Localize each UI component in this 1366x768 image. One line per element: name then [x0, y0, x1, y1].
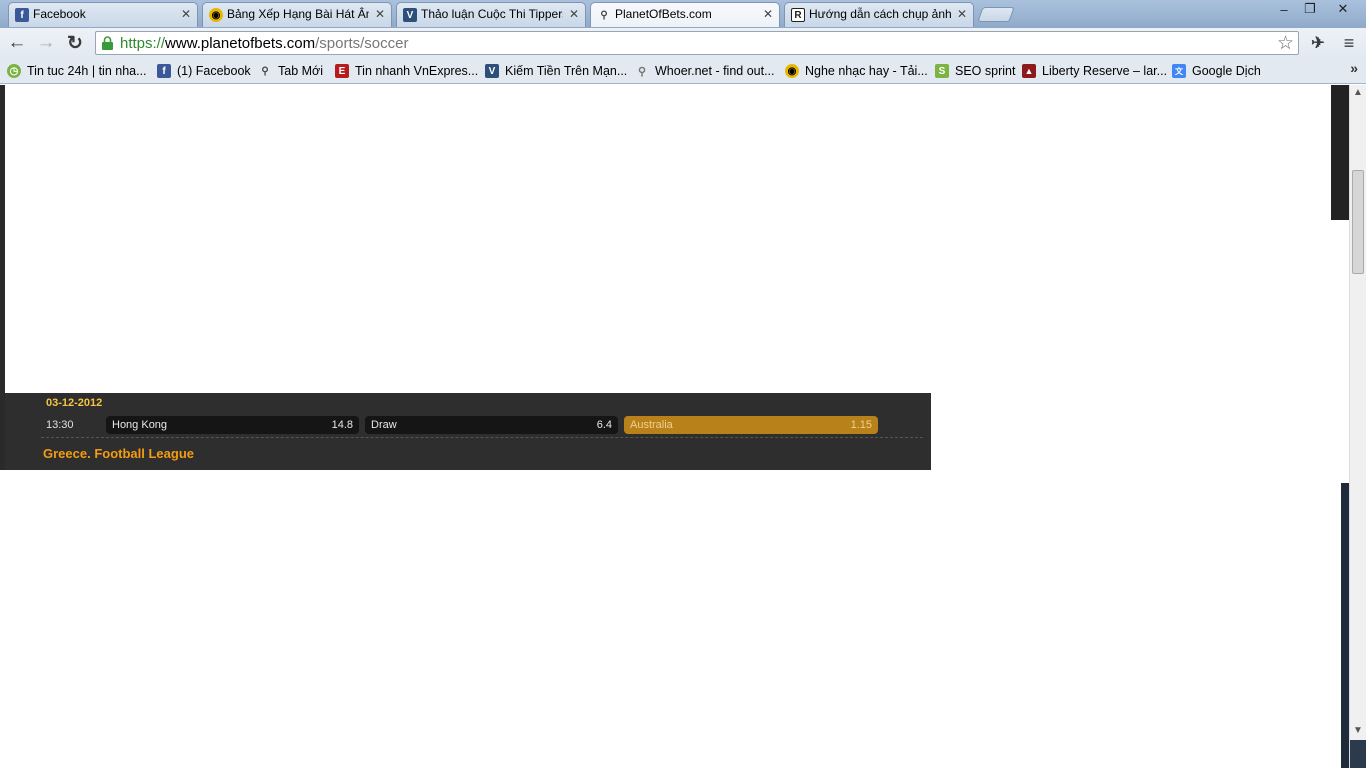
extension-icon: ✈ [1311, 35, 1325, 52]
vertical-scrollbar[interactable]: ▲ ▼ [1349, 85, 1366, 768]
music-disc-icon: ◉ [785, 64, 799, 78]
league-title[interactable]: Greece. Football League [43, 446, 194, 461]
bookmark-seo-sprint[interactable]: S SEO sprint [935, 62, 1015, 80]
tab-strip: f Facebook ✕ ◉ Bảng Xếp Hạng Bài Hát Âm … [0, 0, 1366, 28]
page-content: 03-12-2012 13:30 Hong Kong 14.8 Draw 6.4… [0, 85, 1366, 768]
vnexpress-icon: E [335, 64, 349, 78]
bookmark-label: Tin nhanh VnExpres... [355, 64, 479, 78]
menu-button[interactable]: ≡ [1337, 31, 1361, 55]
runner-icon: ⚲ [600, 9, 608, 21]
music-disc-icon: ◉ [209, 8, 223, 22]
facebook-icon: f [157, 64, 171, 78]
odds-home-button[interactable]: Hong Kong 14.8 [106, 416, 359, 434]
divider [41, 437, 923, 438]
tab-facebook[interactable]: f Facebook ✕ [8, 2, 198, 27]
bookmarks-overflow-button[interactable]: » [1350, 60, 1358, 76]
restore-button[interactable]: ❐ [1296, 0, 1324, 18]
magnifier-icon: ⚲ [637, 65, 647, 78]
scroll-up-icon[interactable]: ▲ [1353, 87, 1363, 98]
bookmark-whoer[interactable]: ⚲ Whoer.net - find out... [635, 62, 775, 80]
close-window-button[interactable]: ✕ [1326, 0, 1360, 18]
close-icon[interactable]: ✕ [181, 7, 191, 21]
bookmark-label: SEO sprint [955, 64, 1016, 78]
forum-icon: V [403, 8, 417, 22]
lock-icon [102, 36, 113, 50]
bookmark-tin-tuc-24h[interactable]: ◷ Tin tuc 24h | tin nha... [7, 62, 147, 80]
bookmarks-bar: ◷ Tin tuc 24h | tin nha... f (1) Faceboo… [0, 58, 1366, 84]
tab-title: Facebook [33, 7, 86, 21]
bookmark-label: Tin tuc 24h | tin nha... [27, 64, 147, 78]
bookmark-star-icon[interactable]: ☆ [1277, 32, 1294, 55]
bookmark-label: (1) Facebook [177, 64, 251, 78]
bookmark-label: Tab Mới [278, 64, 324, 78]
url-host: www.planetofbets.com [165, 35, 316, 52]
home-odds-value: 14.8 [331, 419, 353, 431]
facebook-icon: f [15, 8, 29, 22]
bookmark-google-dich[interactable]: 文 Google Dịch [1172, 62, 1261, 80]
bookmark-label: Liberty Reserve – lar... [1042, 64, 1168, 78]
reload-button[interactable]: ↻ [63, 31, 87, 55]
liberty-reserve-icon: ▲ [1022, 64, 1036, 78]
scrollbar-corner [1350, 740, 1366, 768]
bookmark-tab-moi[interactable]: ⚲ Tab Mới [258, 62, 323, 80]
clock-icon: ◷ [7, 64, 21, 78]
bookmark-label: Kiếm Tiền Trên Mạn... [505, 64, 628, 78]
tab-title: PlanetOfBets.com [615, 7, 712, 21]
reload-icon: ↻ [67, 32, 83, 54]
url-scheme: https:// [120, 35, 166, 52]
extension-button[interactable]: ✈ [1306, 31, 1330, 55]
tab-title: Hướng dẫn cách chụp ảnh [809, 7, 951, 21]
draw-label: Draw [371, 419, 397, 431]
scrollbar-thumb[interactable] [1352, 170, 1364, 274]
away-odds-value: 1.15 [850, 419, 872, 431]
new-tab-button[interactable] [977, 7, 1015, 22]
bookmark-label: Nghe nhạc hay - Tải... [805, 64, 928, 78]
bookmark-nghe-nhac[interactable]: ◉ Nghe nhạc hay - Tải... [785, 62, 928, 80]
close-icon[interactable]: ✕ [569, 7, 579, 21]
bookmark-label: Whoer.net - find out... [655, 64, 775, 78]
r-logo-icon: R [791, 8, 805, 22]
forum-icon: V [485, 64, 499, 78]
bet-panel: 03-12-2012 13:30 Hong Kong 14.8 Draw 6.4… [5, 393, 931, 470]
close-icon[interactable]: ✕ [957, 7, 967, 21]
match-time: 13:30 [46, 419, 74, 431]
tab-planetofbets[interactable]: ⚲ PlanetOfBets.com ✕ [590, 2, 780, 27]
bookmark-liberty-reserve[interactable]: ▲ Liberty Reserve – lar... [1022, 62, 1167, 80]
close-icon[interactable]: ✕ [375, 7, 385, 21]
browser-window: f Facebook ✕ ◉ Bảng Xếp Hạng Bài Hát Âm … [0, 0, 1366, 768]
address-bar[interactable]: https://www.planetofbets.com/sports/socc… [95, 31, 1299, 55]
seo-sprint-icon: S [935, 64, 949, 78]
runner-icon: ⚲ [261, 65, 269, 77]
home-team-label: Hong Kong [112, 419, 168, 431]
away-team-label: Australia [630, 419, 673, 431]
menu-icon: ≡ [1343, 32, 1355, 53]
odds-away-button[interactable]: Australia 1.15 [624, 416, 878, 434]
arrow-left-icon: ← [7, 32, 27, 53]
translate-icon: 文 [1172, 64, 1186, 78]
bookmark-label: Google Dịch [1192, 64, 1261, 78]
minimize-button[interactable]: – [1270, 0, 1298, 18]
browser-toolbar: ← → ↻ https://www.planetofbets.com/sport… [0, 28, 1366, 58]
page-right-edge-top [1331, 85, 1349, 220]
match-date: 03-12-2012 [46, 397, 103, 409]
back-button[interactable]: ← [5, 31, 29, 55]
scroll-down-icon[interactable]: ▼ [1353, 725, 1363, 736]
arrow-right-icon: → [36, 32, 56, 53]
close-icon[interactable]: ✕ [763, 7, 773, 21]
url-text: https://www.planetofbets.com/sports/socc… [120, 35, 408, 52]
page-right-edge-bottom [1341, 483, 1349, 768]
draw-odds-value: 6.4 [596, 419, 612, 431]
odds-draw-button[interactable]: Draw 6.4 [365, 416, 618, 434]
tab-huong-dan[interactable]: R Hướng dẫn cách chụp ảnh ✕ [784, 2, 974, 27]
forward-button[interactable]: → [34, 31, 58, 55]
bookmark-vnexpress[interactable]: E Tin nhanh VnExpres... [335, 62, 478, 80]
tab-thao-luan[interactable]: V Thảo luận Cuộc Thi Tippers ✕ [396, 2, 586, 27]
bookmark-kiem-tien[interactable]: V Kiếm Tiền Trên Mạn... [485, 62, 627, 80]
tab-title: Bảng Xếp Hạng Bài Hát Âm Nhạc [227, 7, 369, 21]
tab-title: Thảo luận Cuộc Thi Tippers [421, 7, 563, 21]
tab-bang-xep-hang[interactable]: ◉ Bảng Xếp Hạng Bài Hát Âm Nhạc ✕ [202, 2, 392, 27]
url-path: /sports/soccer [315, 35, 409, 52]
bookmark-facebook[interactable]: f (1) Facebook [157, 62, 251, 80]
